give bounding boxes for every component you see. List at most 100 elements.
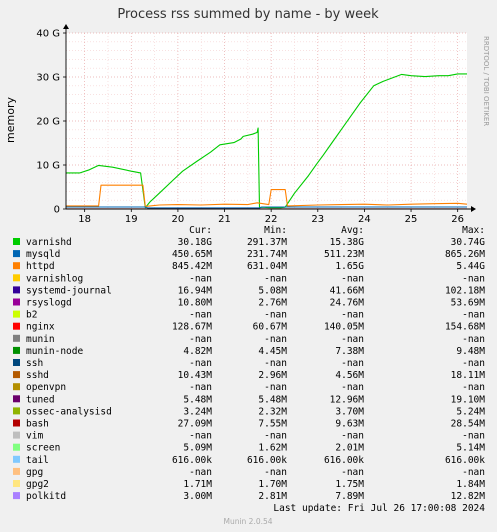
x-tick-label: 19 [125, 214, 138, 225]
legend-avg: -nan [341, 358, 364, 369]
legend-swatch [13, 346, 20, 354]
legend-avg: 12.96M [330, 394, 365, 405]
legend-name: tail [26, 455, 49, 466]
legend-swatch [13, 286, 20, 294]
legend-swatch [13, 492, 20, 500]
legend-max: 1.84M [456, 479, 485, 490]
legend-header-min: Min: [264, 225, 287, 236]
legend-min: 616.00k [247, 455, 287, 466]
legend-avg: 41.66M [330, 285, 365, 296]
legend-avg: -nan [341, 431, 364, 442]
legend-avg: 24.76M [330, 298, 365, 309]
legend-swatch [13, 262, 20, 270]
legend-avg: 511.23M [324, 249, 364, 260]
legend-min: 60.67M [253, 322, 288, 333]
legend-header-max: Max: [462, 225, 485, 236]
legend-max: 12.82M [451, 491, 486, 502]
last-update: Last update: Fri Jul 26 17:00:08 2024 [273, 503, 485, 514]
rrdtool-credit: RRDTOOL / TOBI OETIKER [482, 36, 490, 126]
legend-swatch [13, 334, 20, 342]
legend-max: -nan [462, 382, 485, 393]
legend-swatch [13, 383, 20, 391]
y-tick-label: 20 G [36, 117, 60, 128]
legend-swatch [13, 431, 20, 439]
x-tick-label: 21 [218, 214, 231, 225]
legend-max: -nan [462, 273, 485, 284]
legend-name: sshd [26, 370, 49, 381]
legend-swatch [13, 371, 20, 379]
legend-cur: -nan [189, 467, 212, 478]
legend-cur: -nan [189, 431, 212, 442]
x-tick-label: 20 [172, 214, 185, 225]
legend-cur: -nan [189, 334, 212, 345]
legend-min: -nan [264, 382, 287, 393]
legend-min: 4.45M [258, 346, 287, 357]
legend-name: nginx [26, 322, 55, 333]
legend-swatch [13, 274, 20, 282]
legend-cur: 5.48M [183, 394, 212, 405]
legend-cur: 1.71M [183, 479, 212, 490]
legend-cur: -nan [189, 382, 212, 393]
legend-avg: -nan [341, 310, 364, 321]
legend-cur: -nan [189, 358, 212, 369]
x-tick-label: 26 [451, 214, 464, 225]
legend-cur: 845.42M [172, 261, 212, 272]
legend-swatch [13, 310, 20, 318]
legend-cur: 616.00k [172, 455, 212, 466]
legend-swatch [13, 407, 20, 415]
legend-avg: 7.38M [335, 346, 364, 357]
legend-max: -nan [462, 358, 485, 369]
legend-name: openvpn [26, 382, 66, 393]
legend-max: 102.18M [445, 285, 485, 296]
legend-header-cur: Cur: [189, 225, 212, 236]
legend-swatch [13, 419, 20, 427]
legend-cur: 3.00M [183, 491, 212, 502]
legend-min: 2.76M [258, 298, 287, 309]
legend-min: 631.04M [247, 261, 287, 272]
legend-max: 53.69M [451, 298, 486, 309]
legend-min: 2.96M [258, 370, 287, 381]
x-tick-label: 23 [311, 214, 324, 225]
legend-cur: 27.09M [178, 419, 213, 430]
legend-min: 2.32M [258, 406, 287, 417]
legend-avg: -nan [341, 334, 364, 345]
legend-min: 1.62M [258, 443, 287, 454]
legend-max: 865.26M [445, 249, 485, 260]
legend-swatch [13, 395, 20, 403]
legend-cur: 10.43M [178, 370, 213, 381]
legend-max: 9.48M [456, 346, 485, 357]
y-tick-label: 0 [54, 205, 60, 216]
legend-cur: 30.18G [178, 237, 213, 248]
legend-max: 28.54M [451, 419, 486, 430]
memory-chart: Process rss summed by name - by week mem… [0, 0, 497, 532]
legend-cur: 5.09M [183, 443, 212, 454]
legend-name: mysqld [26, 249, 60, 260]
legend-min: 2.81M [258, 491, 287, 502]
legend-swatch [13, 298, 20, 306]
legend-name: munin-node [26, 346, 83, 357]
legend-swatch [13, 322, 20, 330]
legend-max: -nan [462, 467, 485, 478]
legend-cur: 128.67M [172, 322, 212, 333]
legend-avg: 616.00k [324, 455, 364, 466]
legend-name: gpg [26, 467, 43, 478]
legend-name: vim [26, 431, 43, 442]
legend-avg: -nan [341, 467, 364, 478]
legend-avg: 15.38G [330, 237, 365, 248]
legend-min: -nan [264, 273, 287, 284]
legend-avg: -nan [341, 273, 364, 284]
legend-min: -nan [264, 358, 287, 369]
legend-avg: 4.56M [335, 370, 364, 381]
legend-name: varnishd [26, 237, 72, 248]
legend-min: 231.74M [247, 249, 287, 260]
legend-max: -nan [462, 334, 485, 345]
legend-cur: -nan [189, 310, 212, 321]
x-tick-label: 18 [78, 214, 91, 225]
legend-name: tuned [26, 394, 55, 405]
legend-avg: 7.89M [335, 491, 364, 502]
legend-min: -nan [264, 467, 287, 478]
legend-cur: 450.65M [172, 249, 212, 260]
x-tick-label: 22 [265, 214, 278, 225]
legend-min: 7.55M [258, 419, 287, 430]
legend-swatch [13, 467, 20, 475]
